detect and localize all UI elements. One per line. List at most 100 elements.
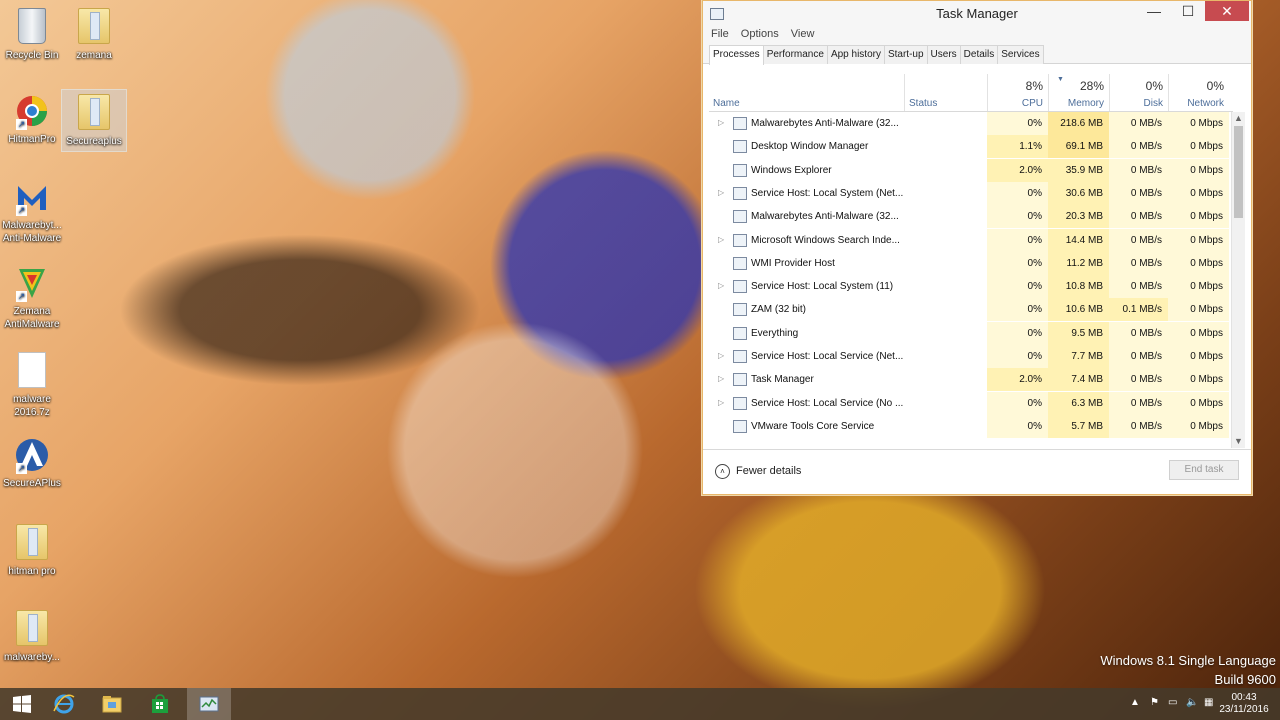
tab-performance[interactable]: Performance [762,45,828,64]
file-explorer-button[interactable] [90,688,134,720]
taskbar: ▲ ⚑ ▭ 🔈 ▦ 00:43 23/11/2016 [0,688,1280,720]
process-row[interactable]: ▷ Task Manager 2.0% 7.4 MB 0 MB/s 0 Mbps [709,368,1233,392]
process-name: Service Host: Local System (11) [751,281,894,293]
desktop-icon-label: malwareby... [4,652,60,663]
expand-chevron-icon[interactable]: ▷ [718,281,724,290]
process-row[interactable]: ▷ Microsoft Windows Search Inde... 0% 14.4 … [709,228,1233,252]
process-memory: 10.6 MB [1048,298,1109,322]
desktop-icon-malwarebytes[interactable]: Malwarebyt... Anti-Malware [0,176,64,248]
tab-startup[interactable]: Start-up [883,45,928,64]
windows-store-button[interactable] [138,688,182,720]
process-memory: 218.6 MB [1048,112,1109,135]
column-cpu[interactable]: 8% CPU [987,74,1049,111]
menu-bar: File Options View [703,25,1251,43]
clock[interactable]: 00:43 23/11/2016 [1214,692,1274,716]
scroll-thumb[interactable] [1234,126,1243,218]
process-row[interactable]: Everything 0% 9.5 MB 0 MB/s 0 Mbps [709,321,1233,345]
column-memory[interactable]: ▼ 28% Memory [1048,74,1110,111]
process-disk: 0 MB/s [1109,275,1168,299]
end-task-button[interactable]: End task [1169,460,1239,480]
column-status[interactable]: Status [904,74,988,111]
desktop-icon-malware-archive[interactable]: malware 2016.7z [0,348,64,422]
expand-chevron-icon[interactable]: ▷ [718,235,724,244]
process-cpu: 0% [987,345,1048,368]
internet-explorer-button[interactable] [42,688,86,720]
process-cpu: 0% [987,228,1048,252]
task-manager-taskbar-button[interactable] [187,688,231,720]
desktop-icon-zemana[interactable]: Zemana AntiMalware [0,262,64,334]
network-icon[interactable]: ▭ [1168,697,1177,708]
folder-icon [78,94,110,130]
process-network: 0 Mbps [1168,345,1229,368]
column-network[interactable]: 0% Network [1168,74,1230,111]
desktop-icon-secureaplus-folder[interactable]: Secureaplus [61,89,127,152]
menu-file[interactable]: File [711,28,729,40]
column-disk[interactable]: 0% Disk [1109,74,1169,111]
gear-icon [733,280,747,294]
maximize-button[interactable]: ☐ [1171,1,1205,21]
tab-users[interactable]: Users [926,45,961,64]
malwarebytes-icon [14,178,50,216]
process-row[interactable]: VMware Tools Core Service 0% 5.7 MB 0 MB/s 0… [709,414,1233,438]
process-disk: 0 MB/s [1109,181,1168,205]
process-memory: 7.4 MB [1048,368,1109,392]
process-network: 0 Mbps [1168,205,1229,229]
desktop-icon-label: Secureaplus [66,136,122,147]
internet-explorer-icon [53,694,75,714]
process-row[interactable]: ZAM (32 bit) 0% 10.6 MB 0.1 MB/s 0 Mbps [709,298,1233,322]
expand-chevron-icon[interactable]: ▷ [718,351,724,360]
fewer-details-button[interactable]: ˄ Fewer details [715,464,801,479]
process-memory: 69.1 MB [1048,135,1109,159]
process-cpu: 0% [987,205,1048,229]
process-memory: 35.9 MB [1048,158,1109,182]
menu-options[interactable]: Options [741,28,779,40]
desktop-icon-secureaplus[interactable]: SecureAPlus [0,434,64,493]
expand-chevron-icon[interactable]: ▷ [718,398,724,407]
keyboard-icon[interactable]: ▦ [1204,697,1213,708]
process-row[interactable]: WMI Provider Host 0% 11.2 MB 0 MB/s 0 Mbps [709,251,1233,275]
process-name: Malwarebytes Anti-Malware (32... [751,211,899,223]
expand-chevron-icon[interactable]: ▷ [718,188,724,197]
desktop-icon-hitman-pro-folder[interactable]: hitman pro [0,520,64,581]
desktop-icon-malwarebytes-folder[interactable]: malwareby... [0,606,64,667]
tab-processes[interactable]: Processes [709,45,764,65]
desktop-icon-label: malware 2016.7z [13,394,51,418]
minimize-button[interactable]: — [1137,1,1171,21]
start-button[interactable] [0,688,44,720]
action-center-flag-icon[interactable]: ⚑ [1150,697,1159,708]
menu-view[interactable]: View [791,28,815,40]
process-row[interactable]: ▷ Service Host: Local Service (Net... 0% 7.… [709,345,1233,368]
column-name[interactable]: Name [709,74,904,111]
process-row[interactable]: Desktop Window Manager 1.1% 69.1 MB 0 MB/s 0… [709,135,1233,159]
title-bar[interactable]: Task Manager — ☐ ✕ [703,1,1251,25]
process-row[interactable]: Malwarebytes Anti-Malware (32... 0% 20.3 M… [709,205,1233,229]
process-row[interactable]: Windows Explorer 2.0% 35.9 MB 0 MB/s 0 Mbps [709,158,1233,182]
tab-app-history[interactable]: App history [826,45,885,64]
volume-icon[interactable]: 🔈 [1186,697,1198,708]
process-memory: 11.2 MB [1048,251,1109,275]
secureaplus-icon [14,436,50,474]
desktop-icon-hitmanpro[interactable]: HitmanPro [0,90,64,149]
process-disk: 0 MB/s [1109,321,1168,345]
file-icon [18,352,46,388]
scroll-down-icon[interactable]: ▼ [1232,435,1245,448]
process-row[interactable]: ▷ Service Host: Local System (11) 0% 10.8 M… [709,275,1233,299]
close-button[interactable]: ✕ [1205,1,1249,21]
process-row[interactable]: ▷ Service Host: Local Service (No ... 0% 6.… [709,391,1233,415]
scroll-up-icon[interactable]: ▲ [1232,112,1245,125]
expand-chevron-icon[interactable]: ▷ [718,118,724,127]
process-row[interactable]: ▷ Malwarebytes Anti-Malware (32... 0% 218.6… [709,112,1233,135]
process-memory: 5.7 MB [1048,414,1109,438]
vertical-scrollbar[interactable]: ▲ ▼ [1231,112,1245,448]
process-row[interactable]: ▷ Service Host: Local System (Net... 0% 30.… [709,181,1233,205]
process-name: Windows Explorer [751,164,832,176]
desktop-icon-zemana-folder[interactable]: zemana [62,4,126,65]
desktop-icon-recycle-bin[interactable]: Recycle Bin [0,4,64,65]
tab-services[interactable]: Services [997,45,1044,64]
show-hidden-icons-chevron-icon[interactable]: ▲ [1130,697,1140,708]
desktop-icon-label: SecureAPlus [3,478,61,489]
tab-details[interactable]: Details [959,45,999,64]
gear-icon [733,396,747,410]
process-cpu: 0% [987,112,1048,135]
expand-chevron-icon[interactable]: ▷ [718,374,724,383]
